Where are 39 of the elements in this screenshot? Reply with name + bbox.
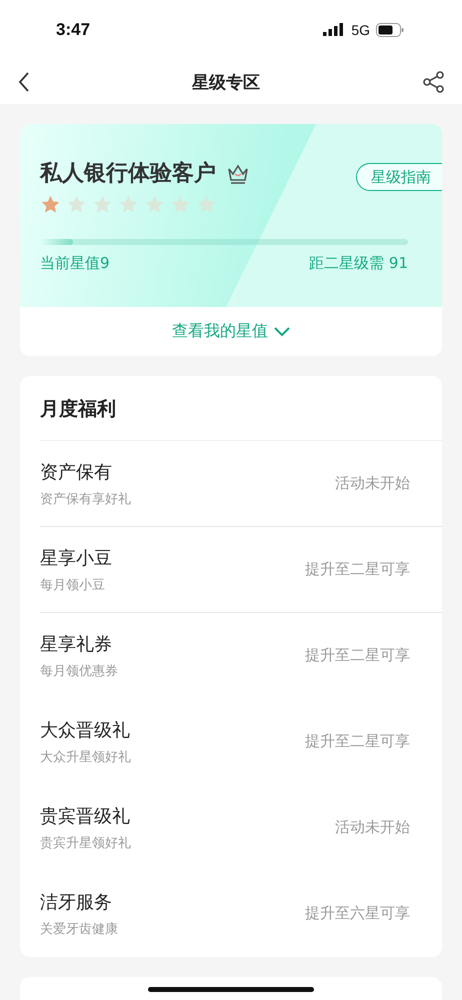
benefit-name: 星享小豆	[40, 546, 112, 570]
member-title: 私人银行体验客户	[40, 160, 216, 188]
star-icon	[196, 194, 217, 215]
benefit-name: 贵宾晋级礼	[40, 804, 131, 828]
benefit-description: 资产保有享好礼	[40, 490, 131, 508]
benefit-name: 星享礼券	[40, 632, 113, 656]
star-icon	[92, 194, 113, 215]
benefit-name: 资产保有	[40, 460, 113, 484]
status-time: 3:47	[56, 20, 90, 40]
star-icon	[40, 194, 61, 215]
star-icon	[170, 194, 191, 215]
network-label: 5G	[351, 22, 370, 38]
next-level-requirement: 距二星级需 91	[309, 254, 408, 273]
benefit-description: 关爱牙齿健康	[40, 920, 118, 938]
benefit-description: 贵宾升星领好礼	[40, 834, 131, 852]
chevron-down-icon	[274, 326, 290, 336]
star-guide-button[interactable]: 星级指南	[356, 163, 442, 191]
crown-icon	[226, 162, 250, 184]
benefit-status: 提升至二星可享	[305, 560, 410, 579]
page-title: 星级专区	[192, 72, 260, 94]
benefit-description: 每月领优惠券	[40, 662, 118, 680]
benefit-status: 活动未开始	[335, 474, 410, 493]
star-icon	[144, 194, 165, 215]
current-value: 当前星值9	[40, 254, 110, 273]
section-title: 月度福利	[40, 376, 442, 441]
back-icon[interactable]	[18, 72, 30, 92]
benefit-status: 提升至二星可享	[305, 732, 410, 751]
benefit-status: 提升至二星可享	[305, 646, 410, 665]
benefit-status: 提升至六星可享	[305, 904, 410, 923]
benefit-name: 大众晋级礼	[40, 718, 131, 742]
benefit-description: 每月领小豆	[40, 576, 106, 594]
star-icon	[118, 194, 139, 215]
battery-icon	[376, 23, 404, 37]
signal-icon	[323, 23, 346, 37]
benefit-description: 大众升星领好礼	[40, 748, 131, 766]
benefit-name: 洁牙服务	[40, 890, 113, 914]
star-icon	[66, 194, 87, 215]
benefit-status: 活动未开始	[335, 818, 410, 837]
share-icon[interactable]	[422, 70, 446, 94]
